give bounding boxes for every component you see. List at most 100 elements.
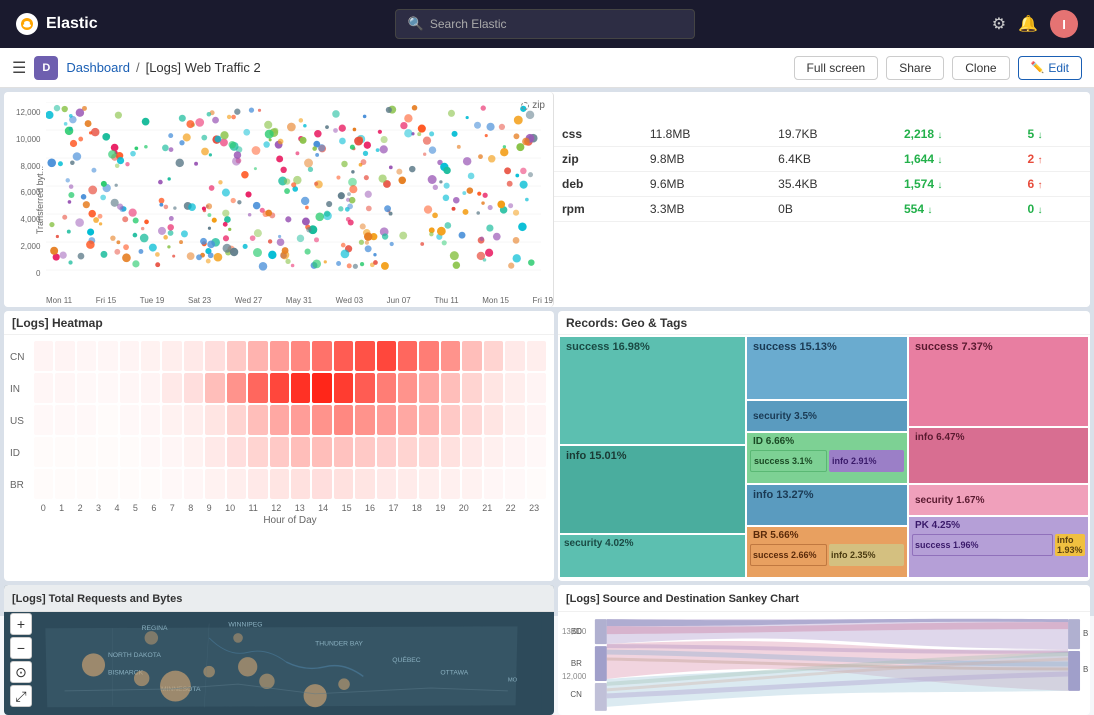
scatter-dot [459, 232, 466, 239]
treemap-cell-in-info: info 13.27% [747, 485, 907, 525]
heatmap-cell [248, 437, 267, 467]
edit-button[interactable]: ✏️ Edit [1018, 56, 1082, 80]
heatmap-cell [355, 373, 374, 403]
treemap-cell-br: BR 5.66% success 2.66% info 2.35% [747, 527, 907, 577]
scatter-dot [86, 240, 95, 249]
scatter-dot [202, 207, 206, 211]
in-info-label: info 13.27% [753, 489, 814, 501]
scatter-dot [129, 209, 137, 217]
scatter-dot [83, 201, 90, 208]
heatmap-title: [Logs] Heatmap [12, 316, 103, 330]
scatter-dot [144, 145, 148, 149]
elastic-logo[interactable]: Elastic [16, 13, 98, 35]
scatter-dot [78, 137, 83, 142]
scatter-dot [268, 239, 272, 243]
scatter-dot [347, 263, 352, 268]
scatter-dot [164, 205, 169, 210]
scatter-dot [228, 228, 231, 231]
scatter-dot [168, 177, 171, 180]
scatter-dot [291, 264, 295, 268]
share-button[interactable]: Share [886, 56, 944, 80]
scatter-dot [100, 195, 106, 201]
heatmap-cell [141, 405, 160, 435]
menu-icon[interactable]: ☰ [12, 58, 26, 78]
scatter-dot [305, 249, 311, 255]
heatmap-cell [270, 469, 289, 499]
heatmap-cell [355, 469, 374, 499]
map-background: REGINA WINNIPEG THUNDER BAY NORTH DAKOTA… [4, 609, 554, 715]
breadcrumb-home[interactable]: Dashboard [66, 60, 130, 75]
scatter-dot [336, 261, 341, 266]
scatter-dot [299, 118, 303, 122]
scatter-dot [381, 136, 388, 143]
scatter-dot [207, 213, 211, 217]
scatter-dot [474, 122, 481, 129]
heatmap-cell [98, 437, 117, 467]
notifications-icon[interactable]: 🔔 [1018, 14, 1038, 34]
map-svg: REGINA WINNIPEG THUNDER BAY NORTH DAKOTA… [4, 609, 554, 715]
clone-button[interactable]: Clone [952, 56, 1009, 80]
map-title: [Logs] Total Requests and Bytes [12, 593, 182, 605]
scatter-dot [333, 128, 338, 133]
heatmap-cell [355, 341, 374, 371]
scatter-dot [209, 185, 215, 191]
scatter-dot [85, 120, 92, 127]
heatmap-cell [312, 469, 331, 499]
fullscreen-button[interactable]: Full screen [794, 56, 879, 80]
heatmap-cell [484, 437, 503, 467]
heatmap-cell [312, 437, 331, 467]
heatmap-cell [334, 437, 353, 467]
heatmap-y-labels: CN IN US ID BR [10, 341, 24, 501]
nav-icons: ⚙ 🔔 I [992, 10, 1078, 38]
heatmap-cell [248, 341, 267, 371]
scatter-dot [183, 133, 191, 141]
scatter-dot [88, 210, 96, 218]
help-icon[interactable]: ⚙ [992, 14, 1006, 34]
heatmap-cell [55, 469, 74, 499]
scatter-dot [68, 260, 72, 264]
heatmap-cell [141, 469, 160, 499]
zoom-out-button[interactable]: − [10, 637, 32, 659]
scatter-dot [485, 249, 493, 257]
scatter-dot [130, 151, 136, 157]
heatmap-cell [398, 405, 417, 435]
scatter-dot [208, 227, 211, 230]
heatmap-cell [98, 469, 117, 499]
scatter-dot [265, 130, 274, 139]
scatter-dot [338, 192, 345, 199]
heatmap-cell [398, 341, 417, 371]
search-input[interactable]: 🔍 Search Elastic [395, 9, 695, 39]
scatter-dot [56, 235, 59, 238]
scatter-dot [481, 105, 486, 110]
row-count: 554 ↓ [896, 197, 1020, 222]
scatter-dot [423, 137, 431, 145]
scatter-dot [207, 112, 212, 117]
map-panel: [Logs] Total Requests and Bytes + − ⊙ ⤢ … [4, 585, 554, 715]
scatter-dot [142, 118, 150, 126]
row-val1: 11.8MB [642, 122, 770, 147]
reset-map-button[interactable]: ⊙ [10, 661, 32, 683]
scatter-dot [324, 211, 330, 217]
svg-text:CN: CN [570, 690, 582, 699]
scatter-dot [520, 168, 527, 175]
expand-map-button[interactable]: ⤢ [10, 685, 32, 707]
br-label: BR 5.66% [747, 527, 907, 544]
scatter-dot [373, 253, 376, 256]
scatter-dot [263, 141, 269, 147]
scatter-dot [365, 245, 372, 252]
zoom-in-button[interactable]: + [10, 613, 32, 635]
scatter-dot [139, 249, 144, 254]
heatmap-cell [312, 373, 331, 403]
user-avatar[interactable]: I [1050, 10, 1078, 38]
heatmap-cell [162, 437, 181, 467]
scatter-dot [158, 227, 166, 235]
heatmap-cell [205, 341, 224, 371]
row-delta: 2 ↑ [1020, 147, 1091, 172]
geo-tags-panel: Records: Geo & Tags success 16.98% info … [558, 311, 1090, 581]
scatter-dot [417, 132, 421, 136]
heatmap-header: [Logs] Heatmap [4, 311, 554, 335]
heatmap-cell [55, 373, 74, 403]
scatter-dot [443, 195, 450, 202]
scatter-dot [62, 106, 68, 112]
scatter-dot [305, 206, 309, 210]
